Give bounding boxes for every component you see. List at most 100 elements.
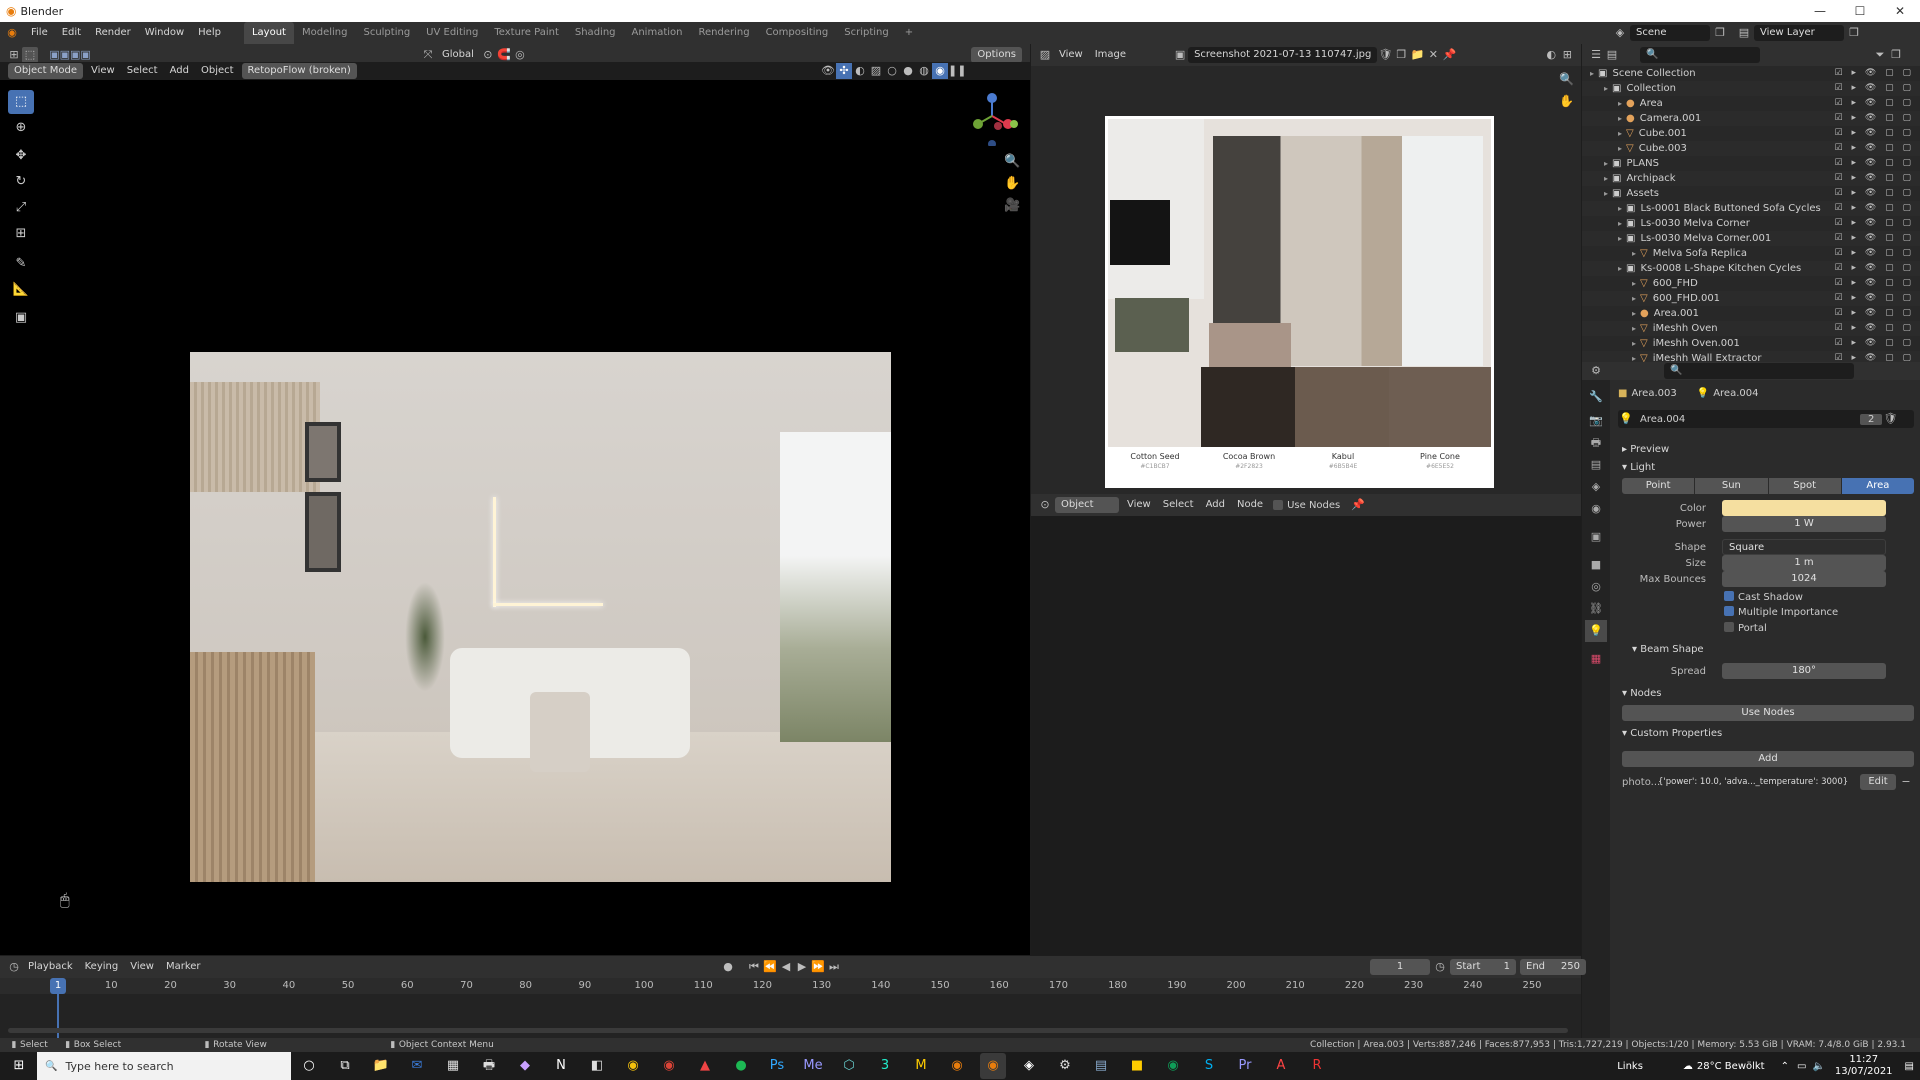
navigation-gizmo[interactable]	[960, 86, 1020, 146]
visibility-toggle-icons[interactable]: ☑ ▸ 👁 ▢ ▢	[1835, 81, 1914, 96]
app-3-icon[interactable]: 3	[872, 1053, 898, 1079]
view-layer-icon[interactable]: ▤	[1736, 25, 1752, 41]
timeline-ruler[interactable]: 1102030405060708090100110120130140150160…	[0, 978, 1581, 994]
blender-old-icon[interactable]: ◉	[944, 1053, 970, 1079]
visibility-toggle-icons[interactable]: ☑ ▸ 👁 ▢ ▢	[1835, 276, 1914, 291]
scale-tool-icon[interactable]: ⤢	[8, 196, 34, 220]
tab-texture-paint[interactable]: Texture Paint	[486, 22, 567, 44]
visibility-toggle-icons[interactable]: ☑ ▸ 👁 ▢ ▢	[1835, 261, 1914, 276]
expand-arrow-icon[interactable]: ▸	[1604, 174, 1608, 183]
sketchup-icon[interactable]: ▲	[692, 1053, 718, 1079]
cortana-icon[interactable]: ○	[296, 1053, 322, 1079]
node-menu-view[interactable]: View	[1121, 494, 1157, 516]
box-app-icon[interactable]: ⬡	[836, 1053, 862, 1079]
media-encoder-icon[interactable]: Me	[800, 1053, 826, 1079]
display-mode-icon[interactable]: ▤	[1604, 47, 1620, 63]
blender-menu-icon[interactable]: ◉	[4, 25, 20, 41]
shape-dropdown[interactable]: Square	[1722, 539, 1886, 555]
section-beam-shape[interactable]: ▾ Beam Shape	[1632, 644, 1704, 655]
outliner-row[interactable]: ▸ ▽ Cube.003 ☑ ▸ 👁 ▢ ▢	[1582, 141, 1920, 156]
menu-render[interactable]: Render	[88, 22, 138, 44]
visibility-toggle-icons[interactable]: ☑ ▸ 👁 ▢ ▢	[1835, 336, 1914, 351]
outliner-row[interactable]: ▸ ▽ iMeshh Oven.001 ☑ ▸ 👁 ▢ ▢	[1582, 336, 1920, 351]
outliner-row[interactable]: ▸ ▣ Ls-0001 Black Buttoned Sofa Cycles ☑ ▸ …	[1582, 201, 1920, 216]
gizmo-icon[interactable]: ✣	[836, 63, 852, 79]
chrome-icon[interactable]: ◉	[620, 1053, 646, 1079]
camera-view-icon[interactable]: 🎥	[1004, 198, 1020, 213]
cast-shadow-row[interactable]: Cast Shadow	[1724, 591, 1803, 603]
unity-icon[interactable]: ◈	[1016, 1053, 1042, 1079]
visibility-toggle-icons[interactable]: ☑ ▸ 👁 ▢ ▢	[1835, 231, 1914, 246]
portal-checkbox[interactable]	[1724, 622, 1734, 632]
tab-animation[interactable]: Animation	[624, 22, 691, 44]
outliner-row[interactable]: ▸ ▣ Assets ☑ ▸ 👁 ▢ ▢	[1582, 186, 1920, 201]
play-reverse-icon[interactable]: ◀	[778, 959, 794, 975]
notifications-icon[interactable]: ▤	[1905, 1061, 1914, 1072]
expand-arrow-icon[interactable]: ▸	[1604, 159, 1608, 168]
outliner-row[interactable]: ▸ ▣ Scene Collection ☑ ▸ 👁 ▢ ▢	[1582, 66, 1920, 81]
outliner-row[interactable]: ▸ ▣ Archipack ☑ ▸ 👁 ▢ ▢	[1582, 171, 1920, 186]
outliner-row[interactable]: ▸ ▣ Ls-0030 Melva Corner.001 ☑ ▸ 👁 ▢ ▢	[1582, 231, 1920, 246]
visibility-toggle-icons[interactable]: ☑ ▸ 👁 ▢ ▢	[1835, 156, 1914, 171]
light-data-tab-icon[interactable]: 💡	[1585, 620, 1607, 642]
blender-taskbar-icon[interactable]: ◉	[980, 1053, 1006, 1079]
network-icon[interactable]: ▭	[1797, 1061, 1806, 1072]
visibility-toggle-icons[interactable]: ☑ ▸ 👁 ▢ ▢	[1835, 246, 1914, 261]
pivot-icon[interactable]: ⊙	[480, 47, 496, 63]
close-button[interactable]: ✕	[1880, 0, 1920, 22]
image-zoom-icon[interactable]: 🔍	[1559, 72, 1574, 86]
store-icon[interactable]: ▤	[1088, 1053, 1114, 1079]
outliner-row[interactable]: ▸ ▣ PLANS ☑ ▸ 👁 ▢ ▢	[1582, 156, 1920, 171]
weather-widget[interactable]: 28°C Bewölkt	[1697, 1061, 1765, 1072]
windows-start-icon[interactable]: ⊞	[6, 1053, 32, 1079]
outliner[interactable]: ☰ ▤ 🔍 ⏷ ❐ ▸ ▣ Scene Collection ☑ ▸ 👁 ▢ ▢ ▸ ▣ C…	[1582, 44, 1920, 366]
visibility-toggle-icons[interactable]: ☑ ▸ 👁 ▢ ▢	[1835, 186, 1914, 201]
aftereffects-app-icon[interactable]: ◆	[512, 1053, 538, 1079]
light-color-field[interactable]	[1722, 500, 1886, 516]
visibility-toggle-icons[interactable]: ☑ ▸ 👁 ▢ ▢	[1835, 306, 1914, 321]
task-view-icon[interactable]: ⧉	[332, 1053, 358, 1079]
viewport-menu-add[interactable]: Add	[164, 62, 195, 80]
calculator-icon[interactable]: ▦	[440, 1053, 466, 1079]
clock[interactable]: 11:27 13/07/2021	[1835, 1054, 1893, 1078]
outliner-row[interactable]: ▸ ● Area.001 ☑ ▸ 👁 ▢ ▢	[1582, 306, 1920, 321]
use-nodes-button[interactable]: Use Nodes	[1622, 705, 1914, 721]
tab-compositing[interactable]: Compositing	[758, 22, 837, 44]
image-new-icon[interactable]: ❐	[1393, 47, 1409, 63]
image-display-icon[interactable]: ◐	[1543, 47, 1559, 63]
y-axis-icon[interactable]	[973, 119, 983, 129]
view-layer-selector[interactable]: View Layer	[1754, 25, 1844, 41]
overlay-icon[interactable]: ◐	[852, 63, 868, 79]
sticky-notes-icon[interactable]: ■	[1124, 1053, 1150, 1079]
expand-arrow-icon[interactable]: ▸	[1618, 234, 1622, 243]
node-type-selector[interactable]: Object	[1055, 497, 1119, 513]
constraints-tab-icon[interactable]: ⛓	[1585, 598, 1607, 620]
max-bounces-field[interactable]: 1024	[1722, 571, 1886, 587]
printer-icon[interactable]: 🖶	[476, 1053, 502, 1079]
timeline-menu-marker[interactable]: Marker	[160, 956, 207, 978]
expand-arrow-icon[interactable]: ▸	[1632, 249, 1636, 258]
minimize-button[interactable]: —	[1800, 0, 1840, 22]
new-view-layer-icon[interactable]: ❐	[1846, 25, 1862, 41]
chrome-app-icon[interactable]: ◉	[1160, 1053, 1186, 1079]
next-keyframe-icon[interactable]: ⏩	[810, 959, 826, 975]
image-menu-image[interactable]: Image	[1089, 44, 1132, 66]
image-pan-icon[interactable]: ✋	[1559, 94, 1574, 108]
blackmagic-app-icon[interactable]: ◧	[584, 1053, 610, 1079]
miro-icon[interactable]: M	[908, 1053, 934, 1079]
viewport-menu-view[interactable]: View	[85, 62, 121, 80]
power-field[interactable]: 1 W	[1722, 516, 1886, 532]
outliner-row[interactable]: ▸ ▽ 600_FHD.001 ☑ ▸ 👁 ▢ ▢	[1582, 291, 1920, 306]
material-shading-icon[interactable]: ◍	[916, 63, 932, 79]
light-type-sun[interactable]: Sun	[1695, 478, 1768, 494]
expand-arrow-icon[interactable]: ▸	[1632, 339, 1636, 348]
volume-icon[interactable]: 🔈	[1812, 1061, 1824, 1072]
light-datablock[interactable]: 💡 Area.004 2 🛡	[1618, 410, 1914, 428]
tab-rendering[interactable]: Rendering	[690, 22, 757, 44]
timeline-menu-view[interactable]: View	[124, 956, 160, 978]
cursor-tool-icon[interactable]: ⊕	[8, 116, 34, 140]
visibility-toggle-icons[interactable]: ☑ ▸ 👁 ▢ ▢	[1835, 171, 1914, 186]
image-open-icon[interactable]: 📁	[1409, 47, 1425, 63]
outliner-row[interactable]: ▸ ▽ Melva Sofa Replica ☑ ▸ 👁 ▢ ▢	[1582, 246, 1920, 261]
image-editor[interactable]: ▨ View Image ▣ Screenshot 2021-07-13 110…	[1031, 44, 1581, 494]
